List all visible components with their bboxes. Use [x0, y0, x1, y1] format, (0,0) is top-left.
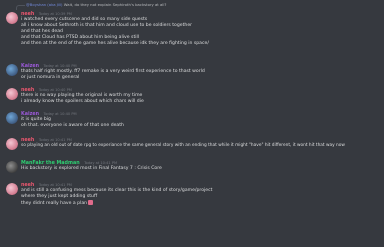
chat-message: neeh Today at 10:41 PM and is still a co…	[4, 182, 380, 210]
message-line: and then at the end of the game hes aliv…	[21, 40, 209, 46]
chat-message: Kaizen Today at 10:40 PM thats half righ…	[4, 63, 380, 85]
avatar[interactable]	[6, 88, 18, 100]
message-line: oh that. everyone is aware of that one d…	[21, 122, 124, 128]
emoji-icon	[88, 199, 94, 205]
message-line-text: they didnt really have a plan	[21, 200, 88, 206]
timestamp: Today at 10:41 PM	[38, 183, 72, 187]
reply-text: Wait, do they not explain Sephiroth's ba…	[63, 2, 167, 7]
timestamp: Today at 10:39 PM	[38, 12, 72, 16]
timestamp: Today at 10:40 PM	[38, 88, 72, 92]
chat-message: ManFakr the Madman Today at 10:41 PM His…	[4, 160, 380, 176]
timestamp: Today at 10:41 PM	[84, 161, 118, 165]
avatar[interactable]	[6, 138, 18, 150]
message-line: or just nomura in general	[21, 74, 80, 80]
message-line: so playing an old out of date rpg to exp…	[21, 143, 345, 148]
chat-message: neeh Today at 10:40 PM there is no way p…	[4, 87, 380, 109]
reply-connector	[16, 5, 25, 10]
timestamp: Today at 10:41 PM	[38, 138, 72, 142]
message-line: His backstory is explored most in Final …	[21, 166, 162, 171]
avatar[interactable]	[6, 64, 18, 76]
avatar[interactable]	[6, 12, 18, 24]
chat-message: Kaizen Today at 10:40 PM it is quite big…	[4, 111, 380, 133]
avatar[interactable]	[6, 161, 18, 173]
reply-mention[interactable]: @Boyshan (aka Jill)	[26, 2, 63, 7]
chat-message-list: @Boyshan (aka Jill) Wait, do they not ex…	[0, 0, 384, 247]
timestamp: Today at 10:40 PM	[43, 64, 77, 68]
timestamp: Today at 10:40 PM	[43, 112, 77, 116]
reply-preview[interactable]: @Boyshan (aka Jill) Wait, do they not ex…	[26, 2, 166, 7]
message-line: i already know the spoilers about which …	[21, 98, 144, 104]
chat-message: @Boyshan (aka Jill) Wait, do they not ex…	[4, 0, 380, 60]
avatar[interactable]	[6, 183, 18, 195]
avatar[interactable]	[6, 112, 18, 124]
message-line: they didnt really have a plan	[21, 199, 380, 206]
chat-message: neeh Today at 10:41 PM so playing an old…	[4, 137, 380, 153]
